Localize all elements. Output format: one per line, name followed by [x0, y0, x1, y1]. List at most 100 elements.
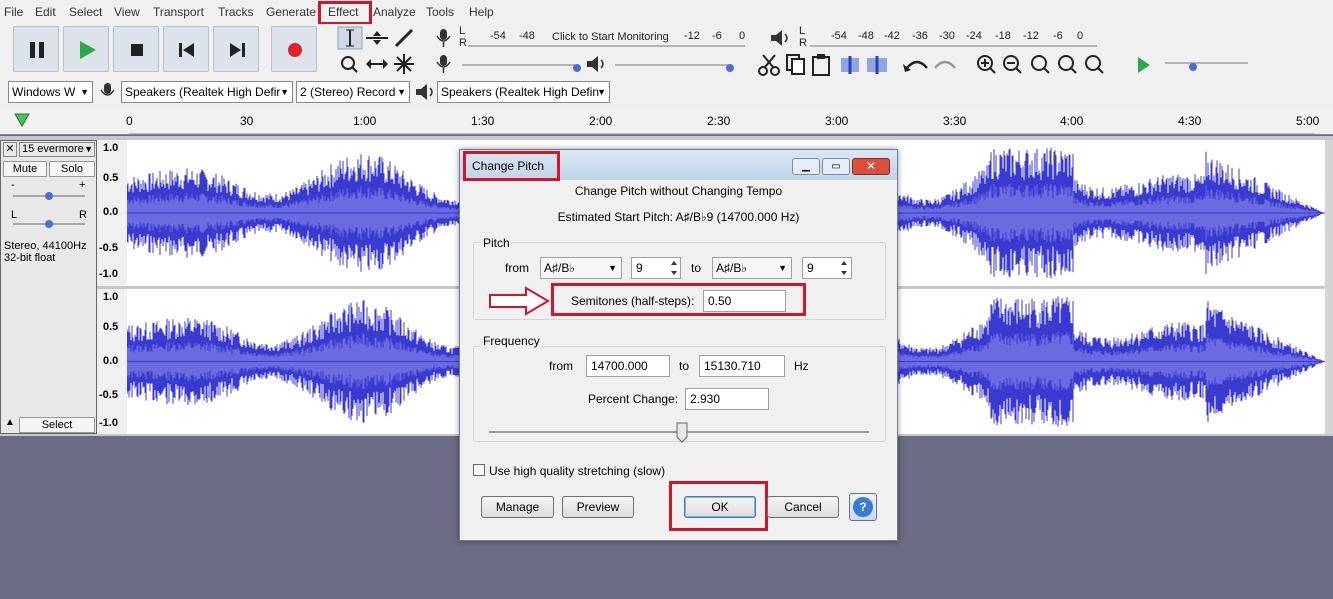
cancel-button[interactable]: Cancel: [767, 496, 839, 518]
fit-selection-icon[interactable]: [1031, 55, 1050, 74]
change-pitch-dialog: Change Pitch ▁ ▭ ✕ Change Pitch without …: [459, 149, 898, 541]
frequency-unit: Hz: [794, 359, 809, 373]
timeshift-tool-icon[interactable]: [366, 59, 388, 69]
manage-button[interactable]: Manage: [481, 496, 554, 518]
playback-device-select[interactable]: Speakers (Realtek High Defin ▼: [437, 81, 610, 103]
gain-slider[interactable]: [11, 189, 87, 203]
mixer-toolbar: [436, 55, 734, 73]
record-button[interactable]: [271, 26, 317, 72]
percent-change-value: 2.930: [690, 392, 721, 406]
menu-analyze[interactable]: Analyze: [373, 0, 416, 24]
menu-select[interactable]: Select: [69, 0, 102, 24]
menu-help[interactable]: Help: [469, 0, 494, 24]
ruler-tick-label: 1:00: [353, 114, 377, 128]
frequency-from-input[interactable]: 14700.000: [586, 355, 670, 377]
scale-label: 1.0: [103, 291, 119, 303]
menu-transport[interactable]: Transport: [153, 0, 204, 24]
menu-edit[interactable]: Edit: [35, 0, 56, 24]
vertical-scale-upper: 1.0 0.5 0.0 -0.5 -1.0: [97, 140, 127, 286]
zoom-in-icon[interactable]: [977, 55, 996, 74]
preview-button[interactable]: Preview: [562, 496, 634, 518]
menu-generate[interactable]: Generate: [266, 0, 316, 24]
speaker-icon: [587, 56, 604, 72]
pitch-from-note-select[interactable]: A♯/B♭ ▼: [540, 257, 622, 279]
effect-menu-highlight: [318, 1, 372, 25]
mute-button[interactable]: Mute: [3, 161, 47, 177]
pitch-to-note-select[interactable]: A♯/B♭ ▼: [712, 257, 792, 279]
pan-slider[interactable]: [11, 217, 87, 231]
pitch-from-label: from: [505, 261, 529, 275]
vertical-scale-lower: 1.0 0.5 0.0 -0.5 -1.0: [97, 289, 127, 434]
zoom-out-icon[interactable]: [1003, 55, 1022, 74]
scale-label: -0.5: [99, 242, 118, 254]
close-track-icon[interactable]: ✕: [3, 142, 17, 157]
zoom-tool-icon[interactable]: [341, 56, 358, 73]
playback-speed-slider[interactable]: [1189, 63, 1197, 71]
maximize-icon: ▭: [831, 161, 841, 172]
play-button[interactable]: [63, 26, 109, 72]
menu-view[interactable]: View: [114, 0, 140, 24]
audio-host-select[interactable]: Windows W ▼: [8, 81, 93, 103]
zoom-toggle-icon[interactable]: [1085, 55, 1104, 74]
solo-button[interactable]: Solo: [49, 161, 95, 177]
playback-device-value: Speakers (Realtek High Defin: [441, 85, 600, 99]
frequency-from-value: 14700.000: [591, 359, 648, 373]
pitch-to-octave-spinner[interactable]: [838, 258, 850, 278]
pinned-play-head-icon[interactable]: [12, 110, 32, 130]
scale-label: 0.0: [103, 206, 119, 218]
percent-change-input[interactable]: 2.930: [685, 388, 769, 410]
redo-icon[interactable]: [934, 60, 956, 69]
record-volume-slider[interactable]: [573, 64, 581, 72]
scale-label: -0.5: [99, 389, 118, 401]
meter-tick: 0: [739, 30, 746, 42]
fit-project-icon[interactable]: [1058, 55, 1077, 74]
skip-start-icon: [179, 43, 194, 57]
scale-label: 0.5: [103, 321, 119, 333]
track-control-panel[interactable]: ✕ 15 evermore ▼ Mute Solo - + L R Stereo,…: [0, 140, 97, 434]
menu-file[interactable]: File: [4, 0, 23, 24]
undo-icon[interactable]: [903, 60, 928, 72]
percent-change-slider[interactable]: [487, 420, 871, 444]
pause-button[interactable]: [13, 26, 59, 72]
skip-end-button[interactable]: [213, 26, 259, 72]
high-quality-checkbox[interactable]: [473, 464, 485, 476]
track-name: 15 evermore: [22, 143, 84, 155]
minimize-icon: ▁: [802, 161, 810, 172]
help-icon: ?: [853, 497, 873, 517]
silence-icon[interactable]: [867, 56, 887, 74]
paste-icon[interactable]: [812, 54, 830, 76]
recording-device-select[interactable]: Speakers (Realtek High Defir ▼: [121, 81, 293, 103]
copy-icon[interactable]: [786, 54, 805, 75]
select-track-button[interactable]: Select: [19, 417, 95, 433]
menu-tracks[interactable]: Tracks: [218, 0, 254, 24]
help-button[interactable]: ?: [849, 493, 877, 521]
close-button[interactable]: ✕: [852, 158, 890, 175]
multi-tool-icon[interactable]: [394, 54, 414, 74]
play-at-speed-icon[interactable]: [1138, 57, 1150, 73]
recording-channels-select[interactable]: 2 (Stereo) Record ▼: [296, 81, 410, 103]
stop-button[interactable]: [113, 26, 159, 72]
pitch-from-octave-spinner[interactable]: [668, 258, 680, 278]
track-scrollbar[interactable]: [1325, 140, 1333, 434]
meter-tick: -48: [519, 30, 535, 42]
playback-volume-slider[interactable]: [726, 64, 734, 72]
edit-toolbar: [758, 54, 956, 76]
zoom-toolbar: [977, 55, 1104, 74]
chevron-down-icon: ▼: [597, 87, 606, 97]
monitoring-prompt[interactable]: Click to Start Monitoring: [552, 31, 669, 43]
cut-icon[interactable]: [758, 54, 780, 76]
semitones-input[interactable]: 0.50: [703, 290, 786, 312]
minimize-button[interactable]: ▁: [792, 158, 820, 175]
record-icon: [288, 43, 302, 57]
track-name-menu[interactable]: 15 evermore ▼: [19, 142, 95, 157]
trim-icon[interactable]: [841, 56, 859, 74]
frequency-to-input[interactable]: 15130.710: [699, 355, 785, 377]
envelope-tool-icon[interactable]: [366, 31, 388, 45]
meter-tick: -48: [858, 30, 874, 42]
collapse-track-icon[interactable]: ▲: [2, 417, 18, 433]
ok-button[interactable]: OK: [684, 496, 756, 518]
menu-tools[interactable]: Tools: [426, 0, 454, 24]
skip-start-button[interactable]: [163, 26, 209, 72]
draw-tool-icon[interactable]: [394, 28, 414, 48]
maximize-button[interactable]: ▭: [822, 158, 850, 175]
